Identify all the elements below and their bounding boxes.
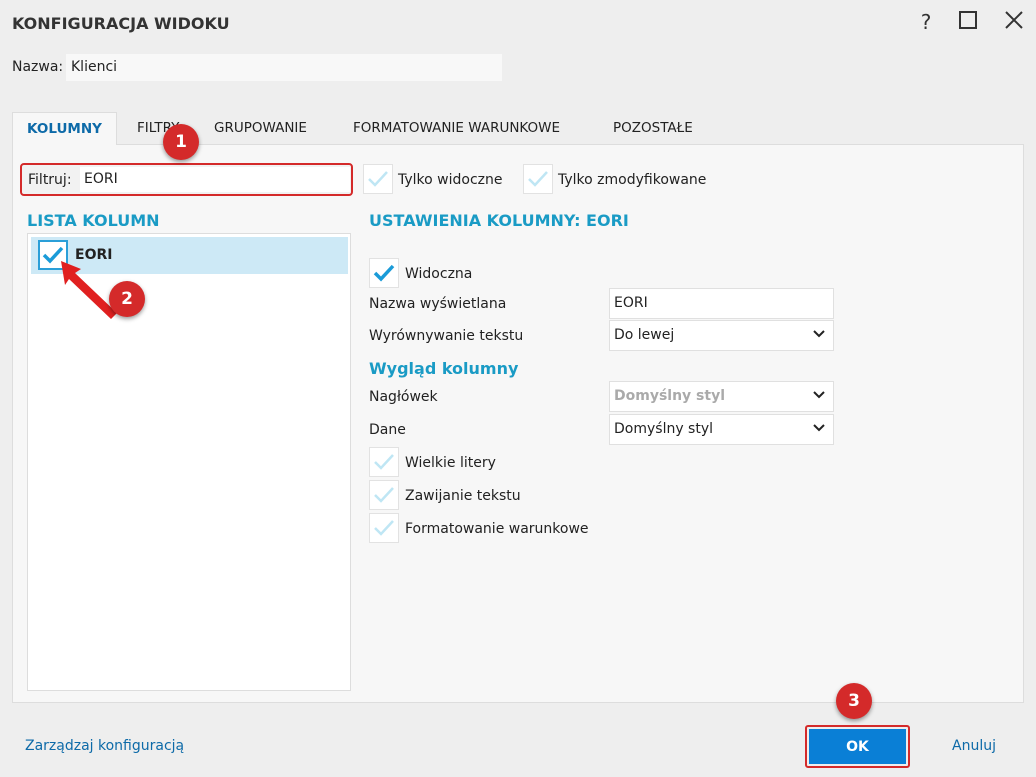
only-visible-checkbox[interactable] xyxy=(363,164,393,194)
align-label: Wyrównywanie tekstu xyxy=(369,328,524,344)
data-style-select[interactable]: Domyślny styl xyxy=(609,414,834,445)
tab-pozostale[interactable]: POZOSTAŁE xyxy=(599,112,707,145)
wrap-checkbox[interactable] xyxy=(369,480,399,510)
tab-kolumny[interactable]: KOLUMNY xyxy=(12,112,117,145)
only-visible-label: Tylko widoczne xyxy=(398,172,503,188)
check-icon xyxy=(368,171,388,187)
chevron-down-icon xyxy=(813,330,825,338)
help-button[interactable]: ? xyxy=(912,10,940,34)
align-select[interactable]: Do lewej xyxy=(609,320,834,351)
check-icon xyxy=(528,171,548,187)
chevron-down-icon xyxy=(813,424,825,432)
appearance-heading: Wygląd kolumny xyxy=(369,359,519,378)
tab-grupowanie[interactable]: GRUPOWANIE xyxy=(200,112,321,145)
name-input[interactable]: Klienci xyxy=(66,54,502,81)
display-name-input[interactable]: EORI xyxy=(609,288,834,319)
settings-heading: USTAWIENIA KOLUMNY: EORI xyxy=(369,211,629,230)
conditional-checkbox[interactable] xyxy=(369,513,399,543)
chevron-down-icon xyxy=(813,391,825,399)
wrap-label: Zawijanie tekstu xyxy=(405,488,521,504)
check-icon xyxy=(374,520,394,536)
column-list-heading: LISTA KOLUMN xyxy=(27,211,160,230)
cancel-button[interactable]: Anuluj xyxy=(952,738,996,754)
annotation-badge-2: 2 xyxy=(109,281,145,317)
annotation-badge-3: 3 xyxy=(836,683,872,719)
only-modified-checkbox[interactable] xyxy=(523,164,553,194)
check-icon xyxy=(374,487,394,503)
visible-checkbox[interactable] xyxy=(369,258,399,288)
data-style-value: Domyślny styl xyxy=(614,421,714,437)
maximize-icon xyxy=(959,11,977,29)
header-style-value: Domyślny styl xyxy=(614,388,726,404)
ok-highlight: OK xyxy=(805,725,910,768)
close-icon xyxy=(1005,11,1023,29)
manage-config-link[interactable]: Zarządzaj konfiguracją xyxy=(25,738,184,754)
only-modified-label: Tylko zmodyfikowane xyxy=(558,172,707,188)
tab-formatowanie-warunkowe[interactable]: FORMATOWANIE WARUNKOWE xyxy=(339,112,574,145)
conditional-label: Formatowanie warunkowe xyxy=(405,521,589,537)
filter-label: Filtruj: xyxy=(28,172,72,188)
check-icon xyxy=(374,454,394,470)
check-icon xyxy=(373,264,395,282)
filter-field: Filtruj: EORI xyxy=(20,163,353,196)
maximize-button[interactable] xyxy=(954,10,982,34)
filter-input[interactable]: EORI xyxy=(80,167,350,192)
close-button[interactable] xyxy=(1000,10,1028,34)
align-value: Do lewej xyxy=(614,327,675,343)
uppercase-label: Wielkie litery xyxy=(405,455,496,471)
header-style-label: Nagłówek xyxy=(369,389,438,405)
annotation-badge-1: 1 xyxy=(163,124,199,160)
window-title: KONFIGURACJA WIDOKU xyxy=(12,14,230,33)
name-label: Nazwa: xyxy=(12,59,64,75)
data-style-label: Dane xyxy=(369,422,406,438)
ok-button[interactable]: OK xyxy=(809,729,906,764)
display-name-label: Nazwa wyświetlana xyxy=(369,296,507,312)
uppercase-checkbox[interactable] xyxy=(369,447,399,477)
header-style-select[interactable]: Domyślny styl xyxy=(609,381,834,412)
visible-label: Widoczna xyxy=(405,266,473,282)
